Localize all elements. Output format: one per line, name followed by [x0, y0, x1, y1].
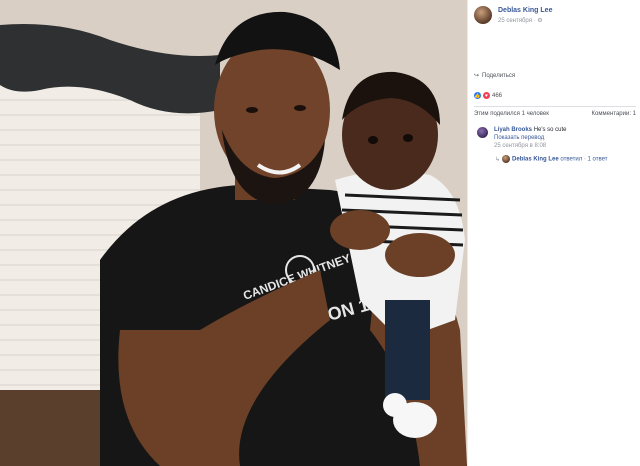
divider — [474, 106, 636, 107]
author-avatar[interactable] — [474, 6, 492, 24]
comment-body: Liyah Brooks He's so cute Показать перев… — [494, 126, 636, 150]
share-icon: ↪ — [474, 73, 480, 79]
replier-avatar — [502, 155, 511, 163]
reply-summary[interactable]: ↳ Deblas King Lee ответил · 1 ответ — [495, 155, 636, 164]
comments-bar: Этим поделился 1 человек Комментарии: 1 — [474, 111, 636, 117]
replier-name: Deblas King Lee — [512, 156, 559, 163]
post-header: Deblas King Lee 25 сентября · ⚙ — [474, 6, 636, 30]
comment-text: He's so cute — [533, 127, 567, 133]
reply-arrow-icon: ↳ — [495, 156, 501, 163]
share-button[interactable]: ↪ Поделиться — [474, 72, 516, 80]
reactions-summary[interactable]: 👍 ♥ 466 — [474, 92, 502, 99]
reply-count-text: ответил · 1 ответ — [560, 156, 608, 163]
love-reaction-icon: ♥ — [483, 92, 490, 99]
post-photo[interactable]: CANDICE WHITNEY · FAMILY C REUNION 17 — [0, 0, 467, 466]
reaction-count: 466 — [492, 92, 503, 99]
share-label: Поделиться — [482, 72, 516, 79]
author-name[interactable]: Deblas King Lee — [498, 7, 552, 14]
commenter-avatar[interactable] — [477, 127, 488, 138]
comments-count-link[interactable]: Комментарии: 1 — [592, 111, 636, 117]
commenter-name[interactable]: Liyah Brooks — [494, 127, 532, 133]
post-date[interactable]: 25 сентября · ⚙ — [498, 17, 543, 24]
like-reaction-icon: 👍 — [474, 92, 481, 99]
photo-illustration: CANDICE WHITNEY · FAMILY C REUNION 17 — [0, 0, 467, 466]
translate-link[interactable]: Показать перевод — [494, 134, 636, 142]
comment-date[interactable]: 25 сентября в 8:08 — [494, 142, 636, 150]
post-sidebar: Deblas King Lee 25 сентября · ⚙ ↪ Подели… — [468, 0, 640, 466]
shares-count-link[interactable]: Этим поделился 1 человек — [474, 111, 549, 117]
